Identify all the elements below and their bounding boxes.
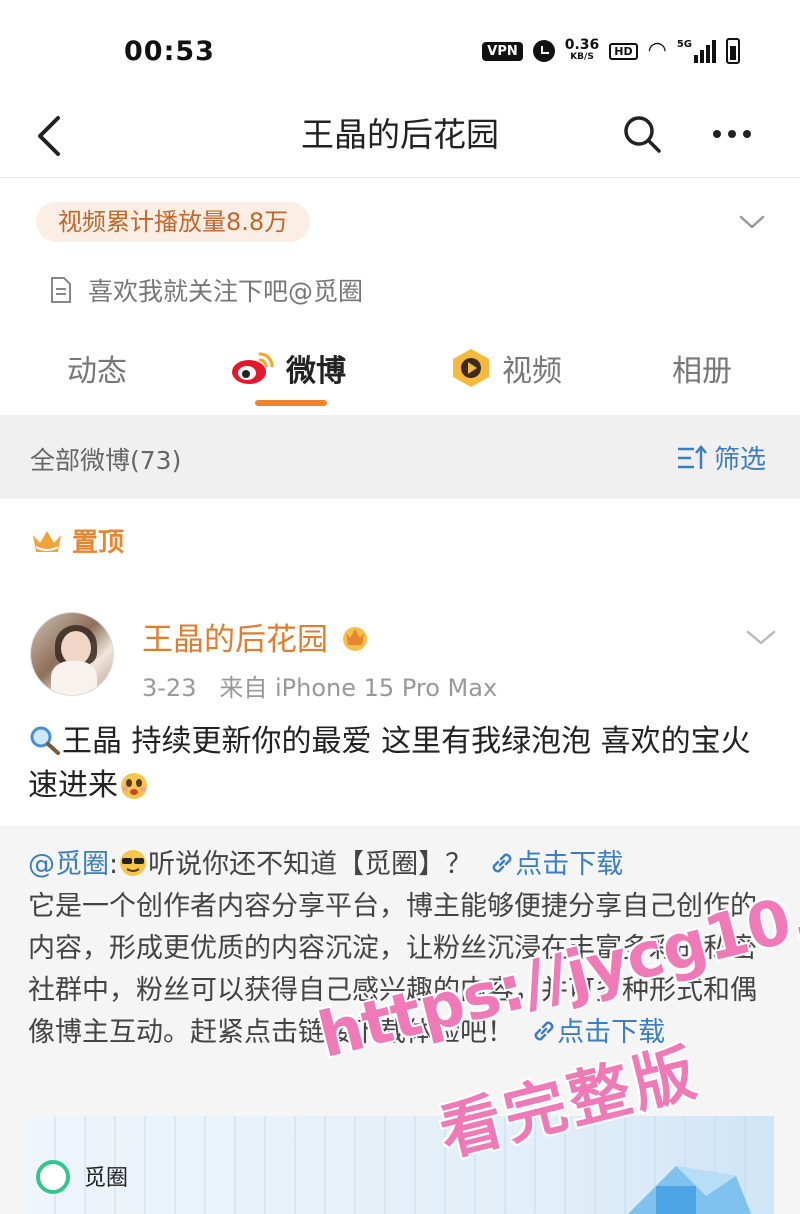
filter-bar: 全部微博(73) 筛选 — [0, 415, 800, 499]
repost-text: @觅圈: 听说你还不知道【觅圈】？ 点击下载 它是一个创作者内容分享平台，博主能… — [28, 849, 757, 1048]
tab-label: 动态 — [67, 354, 127, 389]
tab-label: 相册 — [672, 354, 732, 389]
repost-card[interactable]: @觅圈: 听说你还不知道【觅圈】？ 点击下载 它是一个创作者内容分享平台，博主能… — [0, 826, 800, 1214]
repost-mention[interactable]: @觅圈 — [28, 849, 109, 880]
search-icon[interactable] — [622, 114, 662, 154]
video-logo-icon — [453, 349, 489, 387]
post-source: 来自 iPhone 15 Pro Max — [219, 674, 498, 702]
play-count-badge[interactable]: 视频累计播放量8.8万 — [36, 202, 311, 242]
tab-label: 视频 — [502, 354, 562, 389]
illustration-image — [628, 1166, 752, 1214]
filter-icon — [678, 444, 707, 469]
profile-tabs: 动态 微博 视频 相册 — [0, 338, 800, 414]
wifi-icon: ◠ — [647, 38, 667, 63]
post-author[interactable]: 王晶的后花园 — [142, 614, 372, 659]
active-tab-indicator — [255, 400, 327, 406]
download-link-2[interactable]: 点击下载 — [531, 1017, 665, 1048]
post-text: 王晶 持续更新你的最爱 这里有我绿泡泡 喜欢的宝火速进来 — [28, 720, 778, 808]
chevron-down-icon[interactable] — [738, 210, 766, 234]
tab-album[interactable]: 相册 — [672, 346, 732, 390]
profile-bio: 喜欢我就关注下吧@觅圈 — [50, 270, 363, 310]
mijuan-logo-icon — [36, 1160, 70, 1194]
tab-dongtai[interactable]: 动态 — [67, 346, 127, 390]
alarm-icon — [532, 40, 555, 62]
vip-crown-icon — [343, 626, 367, 651]
status-bar: 00:53 VPN 0.36 KB/S HD ◠ 5G — [0, 0, 800, 100]
weibo-count: 全部微博(73) — [30, 446, 182, 475]
link-icon — [492, 853, 512, 873]
nav-bar: 王晶的后花园 — [0, 100, 800, 178]
hd-icon: HD — [609, 42, 638, 60]
avatar[interactable] — [30, 612, 114, 696]
network-speed: 0.36 KB/S — [564, 37, 600, 63]
page-title: 王晶的后花园 — [301, 115, 499, 154]
filter-label: 筛选 — [714, 445, 767, 475]
weibo-logo-icon — [232, 352, 274, 384]
bio-text: 喜欢我就关注下吧@觅圈 — [88, 277, 364, 306]
pinned-label: 置顶 — [30, 522, 124, 559]
download-link[interactable]: 点击下载 — [489, 849, 623, 880]
filter-button[interactable]: 筛选 — [676, 439, 766, 476]
tab-label: 微博 — [286, 354, 346, 389]
repost-media-card[interactable]: 觅圈 — [26, 1116, 774, 1214]
tab-video[interactable]: 视频 — [450, 346, 562, 390]
status-time: 00:53 — [124, 36, 215, 67]
post-date: 3-23 — [142, 674, 197, 702]
vpn-icon: VPN — [482, 41, 523, 61]
link-icon — [534, 1021, 554, 1041]
network-type: 5G — [676, 39, 692, 50]
card-app-name: 觅圈 — [84, 1166, 129, 1191]
repost-intro: 听说你还不知道【觅圈】？ — [148, 849, 473, 880]
signal-icon: 5G — [677, 39, 716, 63]
magnifier-icon — [30, 726, 60, 755]
crown-icon — [33, 530, 61, 552]
author-name: 王晶的后花园 — [142, 622, 328, 658]
sunglasses-face-icon — [120, 850, 147, 876]
chevron-down-icon[interactable] — [744, 624, 778, 650]
battery-icon — [726, 38, 740, 64]
speed-unit: KB/S — [570, 52, 594, 62]
excited-face-icon — [121, 773, 147, 799]
tab-weibo[interactable]: 微博 — [230, 346, 346, 390]
document-icon — [51, 277, 71, 303]
speed-value: 0.36 — [564, 37, 600, 53]
status-icons: VPN 0.36 KB/S HD ◠ 5G — [482, 38, 740, 64]
pinned-text: 置顶 — [72, 528, 125, 558]
post-meta: 3-23 来自 iPhone 15 Pro Max — [142, 668, 497, 703]
more-icon[interactable] — [710, 114, 754, 154]
